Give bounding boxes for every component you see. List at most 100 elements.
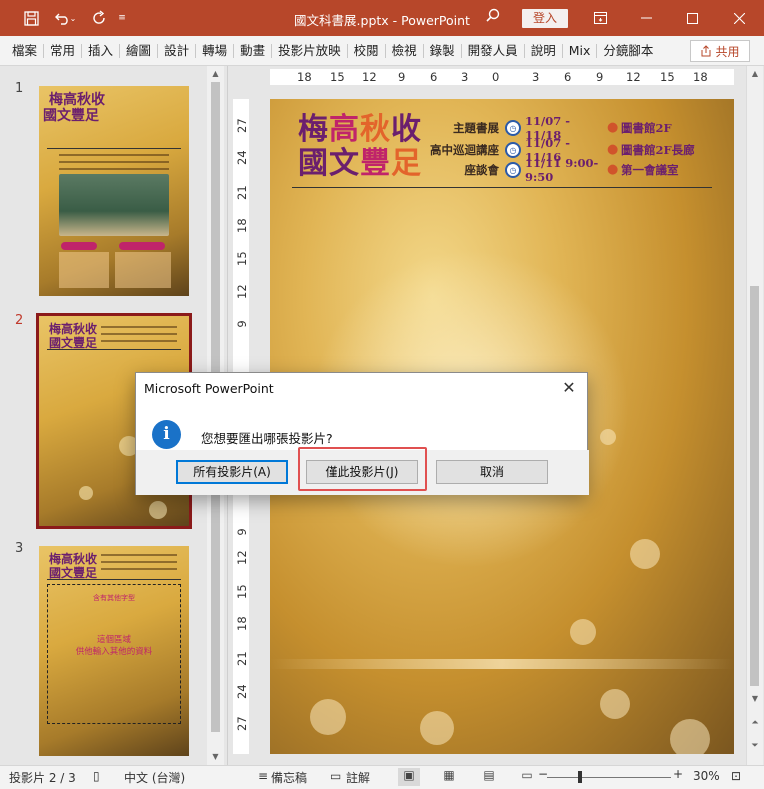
accessibility-icon[interactable]: ▯	[93, 769, 100, 783]
maximize-icon[interactable]	[669, 0, 715, 36]
thumb-title-line2: 國文豐足	[49, 336, 98, 350]
tab-slideshow[interactable]: 投影片放映	[272, 43, 348, 58]
tab-help[interactable]: 說明	[525, 43, 563, 58]
info-line	[101, 568, 177, 570]
event-label: 高中巡迴講座	[430, 143, 499, 157]
save-icon[interactable]	[16, 0, 46, 36]
close-icon[interactable]	[716, 0, 762, 36]
ruler-label: 12	[626, 70, 641, 84]
thumb-note: 含有其他字型	[93, 594, 135, 602]
clock-icon: ◷	[505, 120, 521, 136]
ruler-label: 9	[235, 320, 249, 328]
tab-file[interactable]: 檔案	[6, 43, 45, 58]
event-location: 圖書館2F長廊	[621, 143, 695, 157]
ribbon-display-icon[interactable]	[577, 0, 623, 36]
tab-storyboard[interactable]: 分鏡腳本	[597, 43, 659, 58]
tab-record[interactable]: 錄製	[424, 43, 462, 58]
previous-slide-icon[interactable]: ⏶	[747, 718, 763, 734]
ruler-label: 15	[330, 70, 345, 84]
ruler-label: 24	[235, 684, 249, 699]
title-char: 文	[329, 146, 360, 181]
bokeh	[630, 539, 660, 569]
thumb-title-line2: 國文豐足	[49, 566, 98, 580]
info-line	[101, 326, 177, 328]
thumbnail-number: 1	[15, 81, 24, 96]
ruler-label: 12	[362, 70, 377, 84]
notes-button[interactable]: 備忘稿	[271, 769, 307, 786]
tab-animations[interactable]: 動畫	[234, 43, 273, 58]
all-slides-button[interactable]: 所有投影片(A)	[176, 460, 288, 484]
tab-developer[interactable]: 開發人員	[462, 43, 525, 58]
customize-icon[interactable]: ≡	[112, 0, 132, 36]
ruler-label: 27	[235, 716, 249, 731]
reading-view-icon[interactable]: ▤	[478, 768, 500, 786]
event-location: 第一會議室	[621, 163, 679, 177]
title-char: 國	[298, 146, 329, 181]
ruler-label: 18	[693, 70, 708, 84]
zoom-level[interactable]: 30%	[693, 769, 720, 783]
scroll-down-icon[interactable]: ▼	[747, 691, 763, 707]
info-line	[101, 333, 177, 335]
editor-scrollbar[interactable]: ▲ ▼ ⏶ ⏷	[746, 66, 763, 765]
tab-mix[interactable]: Mix	[563, 43, 598, 58]
scroll-up-icon[interactable]: ▲	[747, 66, 763, 82]
ruler-label: 21	[235, 651, 249, 666]
signin-button[interactable]: 登入	[522, 9, 568, 28]
minimize-icon[interactable]	[623, 0, 669, 36]
slide-sorter-icon[interactable]: ▦	[438, 768, 460, 786]
bokeh	[310, 699, 346, 735]
scroll-thumb[interactable]	[750, 286, 759, 686]
share-button[interactable]: 共用	[690, 40, 750, 62]
dialog-close-icon[interactable]: ✕	[557, 377, 581, 399]
redo-icon[interactable]	[84, 0, 114, 36]
notes-icon[interactable]: ≡	[258, 769, 268, 783]
zoom-in-icon[interactable]: +	[673, 767, 683, 781]
zoom-slider[interactable]	[547, 777, 671, 778]
ruler-label: 9	[235, 528, 249, 536]
ruler-label: 3	[532, 70, 540, 84]
label-pill	[119, 242, 165, 250]
comments-button[interactable]: 註解	[346, 769, 370, 786]
tab-draw[interactable]: 繪圖	[120, 43, 159, 58]
scroll-up-icon[interactable]: ▲	[207, 66, 224, 82]
scroll-down-icon[interactable]: ▼	[207, 749, 224, 765]
slideshow-icon[interactable]: ▭	[516, 768, 538, 786]
slide-thumbnail-1[interactable]: 梅高秋收 國文豐足	[39, 86, 189, 296]
dialog-message: 您想要匯出哪張投影片?	[201, 431, 333, 446]
status-bar: 投影片 2 / 3 ▯ 中文 (台灣) ≡ 備忘稿 ▭ 註解 ▣ ▦ ▤ ▭ −…	[0, 765, 764, 789]
undo-dropdown-icon[interactable]: ⌄	[66, 0, 80, 36]
search-icon[interactable]	[481, 8, 505, 28]
fit-slide-icon[interactable]: ⊡	[731, 769, 741, 783]
zoom-out-icon[interactable]: −	[538, 767, 548, 781]
comments-icon[interactable]: ▭	[330, 769, 341, 783]
title-char: 梅	[298, 112, 329, 147]
slide-title[interactable]: 梅高秋收 國文豐足	[298, 113, 422, 181]
event-date: 11/11 9:00-9:50	[525, 156, 599, 184]
event-label: 主題書展	[453, 121, 499, 135]
divider	[47, 349, 181, 350]
horizontal-ruler: 18 15 12 9 6 3 0 3 6 9 12 15 18	[270, 69, 734, 85]
share-label: 共用	[715, 44, 740, 59]
bokeh	[600, 429, 616, 445]
ruler-label: 15	[235, 584, 249, 599]
event-row[interactable]: 主題書展 ◷ 11/07 - 11/18 ● 圖書館2F	[420, 114, 672, 142]
language-indicator[interactable]: 中文 (台灣)	[124, 769, 185, 786]
event-row[interactable]: 座談會 ◷ 11/11 9:00-9:50 ● 第一會議室	[420, 156, 679, 184]
tab-transitions[interactable]: 轉場	[196, 43, 235, 58]
tab-view[interactable]: 檢視	[386, 43, 424, 58]
normal-view-icon[interactable]: ▣	[398, 768, 420, 786]
tab-review[interactable]: 校閱	[348, 43, 386, 58]
ruler-label: 15	[235, 251, 249, 266]
zoom-slider-handle[interactable]	[578, 771, 582, 783]
divider	[47, 579, 181, 580]
tab-insert[interactable]: 插入	[82, 43, 121, 58]
cancel-button[interactable]: 取消	[436, 460, 548, 484]
info-line	[59, 168, 169, 170]
tab-design[interactable]: 設計	[158, 43, 197, 58]
next-slide-icon[interactable]: ⏷	[747, 741, 763, 757]
ruler-label: 12	[235, 284, 249, 299]
title-char: 高	[329, 112, 360, 147]
tab-home[interactable]: 常用	[44, 43, 83, 58]
bokeh	[149, 501, 167, 519]
slide-thumbnail-3[interactable]: 梅高秋收 國文豐足 含有其他字型 這個區域 供他輸入其他的資料	[39, 546, 189, 756]
